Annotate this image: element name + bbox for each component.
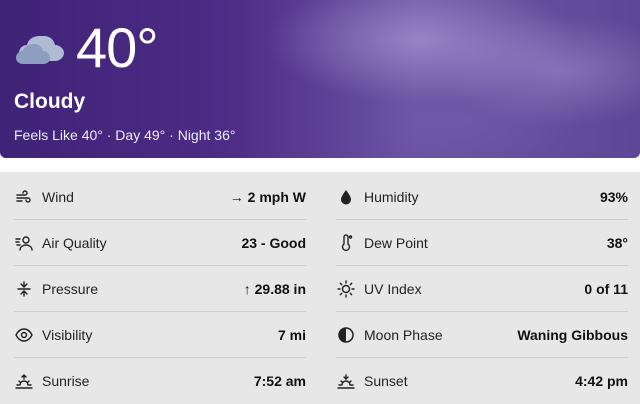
air-quality-icon	[14, 233, 34, 253]
pressure-icon	[14, 279, 34, 299]
detail-label: Air Quality	[42, 234, 107, 251]
eye-icon	[14, 325, 34, 345]
detail-label: Dew Point	[364, 234, 428, 251]
detail-label: Visibility	[42, 326, 93, 343]
detail-value: 93%	[599, 188, 628, 205]
sunset-icon	[336, 371, 356, 391]
detail-value: → 2 mph W	[229, 188, 306, 205]
detail-row-humidity: Humidity 93%	[336, 174, 628, 220]
weather-details-panel: Wind → 2 mph W Air Quality 23 - Good Pre…	[0, 172, 640, 404]
sunrise-icon	[14, 371, 34, 391]
detail-value: 0 of 11	[584, 280, 628, 297]
sun-icon	[336, 279, 356, 299]
detail-value: ↑ 29.88 in	[243, 280, 306, 297]
detail-value: Waning Gibbous	[517, 326, 628, 343]
cloud-icon	[14, 28, 70, 68]
condition-text: Cloudy	[14, 90, 86, 113]
detail-label: Sunrise	[42, 372, 90, 389]
detail-row-pressure: Pressure ↑ 29.88 in	[14, 266, 306, 312]
detail-label: Sunset	[364, 372, 408, 389]
current-conditions-header: 40° Cloudy Feels Like 40° · Day 49° · Ni…	[0, 0, 640, 158]
detail-row-sunrise: Sunrise 7:52 am	[14, 358, 306, 403]
detail-value: 38°	[606, 234, 628, 251]
detail-label: Humidity	[364, 188, 419, 205]
detail-row-uv-index: UV Index 0 of 11	[336, 266, 628, 312]
detail-label: Pressure	[42, 280, 99, 297]
current-temperature: 40°	[76, 16, 159, 79]
detail-row-air-quality: Air Quality 23 - Good	[14, 220, 306, 266]
detail-row-sunset: Sunset 4:42 pm	[336, 358, 628, 403]
wind-icon	[14, 187, 34, 207]
details-column-left: Wind → 2 mph W Air Quality 23 - Good Pre…	[14, 174, 306, 403]
droplet-icon	[336, 187, 356, 207]
detail-label: Wind	[42, 188, 74, 205]
detail-label: Moon Phase	[364, 326, 443, 343]
detail-value: 7:52 am	[253, 372, 306, 389]
detail-row-visibility: Visibility 7 mi	[14, 312, 306, 358]
detail-value: 4:42 pm	[575, 372, 628, 389]
detail-row-dew-point: Dew Point 38°	[336, 220, 628, 266]
detail-label: UV Index	[364, 280, 422, 297]
detail-value: 7 mi	[277, 326, 306, 343]
feels-like-summary: Feels Like 40° · Day 49° · Night 36°	[14, 127, 236, 143]
detail-row-moon-phase: Moon Phase Waning Gibbous	[336, 312, 628, 358]
moon-icon	[336, 325, 356, 345]
details-column-right: Humidity 93% Dew Point 38° UV Index 0 of…	[336, 174, 628, 403]
detail-value: 23 - Good	[241, 234, 306, 251]
detail-row-wind: Wind → 2 mph W	[14, 174, 306, 220]
thermometer-icon	[336, 233, 356, 253]
